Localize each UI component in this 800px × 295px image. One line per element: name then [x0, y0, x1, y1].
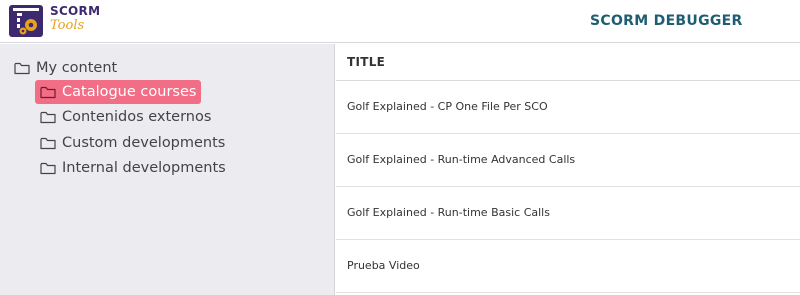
course-table: TITLE Golf Explained - CP One File Per S…	[336, 44, 800, 295]
column-header-label: TITLE	[347, 55, 386, 69]
table-row[interactable]: Golf Explained - CP One File Per SCO	[336, 81, 800, 134]
folder-icon	[40, 137, 56, 149]
tree-root-label: My content	[36, 60, 118, 76]
folder-icon	[40, 111, 56, 123]
logo-text-tools: Tools	[50, 18, 85, 33]
row-title: Golf Explained - CP One File Per SCO	[347, 100, 548, 113]
folder-icon	[40, 162, 56, 174]
sidebar-item-label: Internal developments	[62, 160, 226, 176]
sidebar-item-catalogue-courses[interactable]: Catalogue courses	[35, 80, 202, 104]
sidebar: My content Catalogue courses Contenidos …	[0, 44, 335, 295]
sidebar-item-label: Custom developments	[62, 135, 226, 151]
row-title: Golf Explained - Run-time Advanced Calls	[347, 153, 576, 166]
sidebar-item-contenidos-externos[interactable]: Contenidos externos	[35, 105, 216, 129]
table-row[interactable]: Golf Explained - Run-time Basic Calls	[336, 187, 800, 240]
app-header: SCORM Tools SCORM DEBUGGER	[0, 0, 800, 43]
folder-icon	[14, 62, 30, 74]
page-title: SCORM DEBUGGER	[590, 13, 743, 29]
sidebar-item-label: Catalogue courses	[62, 84, 197, 100]
column-header-title[interactable]: TITLE	[336, 44, 800, 81]
sidebar-item-custom-developments[interactable]: Custom developments	[35, 131, 230, 155]
tree-root-my-content[interactable]: My content	[14, 58, 117, 78]
table-row[interactable]: Golf Explained - Run-time Advanced Calls	[336, 134, 800, 187]
sidebar-item-label: Contenidos externos	[62, 109, 212, 125]
row-title: Golf Explained - Run-time Basic Calls	[347, 206, 550, 219]
sidebar-item-internal-developments[interactable]: Internal developments	[35, 156, 231, 180]
logo-text-scorm: SCORM	[50, 4, 101, 18]
table-row[interactable]: Prueba Video	[336, 240, 800, 293]
scorm-tools-logo-icon	[9, 5, 43, 37]
logo[interactable]: SCORM Tools	[8, 4, 100, 38]
row-title: Prueba Video	[347, 259, 420, 272]
folder-icon	[40, 86, 56, 98]
